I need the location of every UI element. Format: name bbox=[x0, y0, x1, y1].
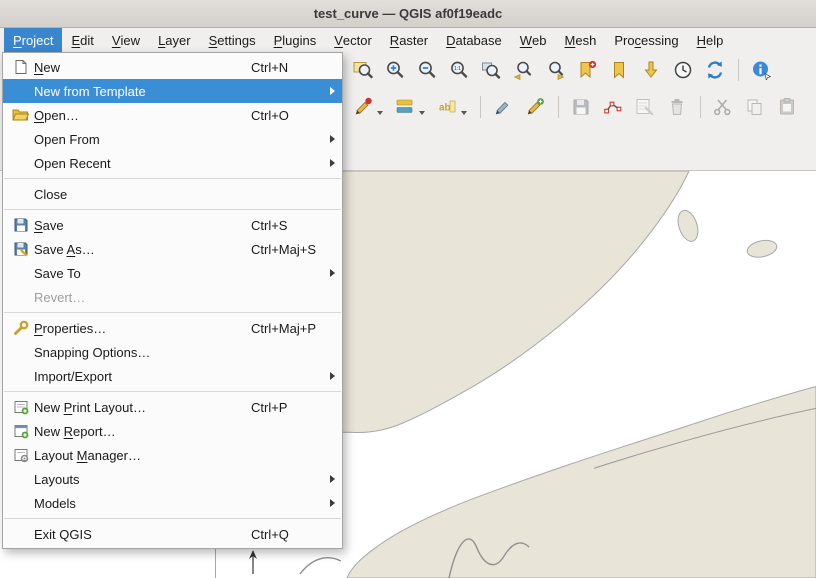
menu-item-open-from[interactable]: Open From bbox=[3, 127, 342, 151]
shortcut: Ctrl+Q bbox=[251, 527, 335, 542]
shortcut: Ctrl+Maj+P bbox=[251, 321, 335, 336]
cut-features-icon[interactable] bbox=[710, 94, 736, 120]
shortcut: Ctrl+Maj+S bbox=[251, 242, 335, 257]
paste-features-icon[interactable] bbox=[774, 94, 800, 120]
menu-item-snapping-options[interactable]: Snapping Options… bbox=[3, 340, 342, 364]
menu-item-close[interactable]: Close bbox=[3, 182, 342, 206]
menu-item-layouts[interactable]: Layouts bbox=[3, 467, 342, 491]
submenu-arrow-icon bbox=[330, 269, 335, 277]
shortcut: Ctrl+S bbox=[251, 218, 335, 233]
menu-plugins[interactable]: Plugins bbox=[265, 28, 326, 52]
open-folder-icon bbox=[8, 107, 34, 123]
submenu-arrow-icon bbox=[330, 475, 335, 483]
menu-edit[interactable]: Edit bbox=[62, 28, 102, 52]
labeling-dropdown-caret[interactable] bbox=[461, 111, 467, 115]
menu-item-layout-manager[interactable]: Layout Manager… bbox=[3, 443, 342, 467]
menu-item-save-to[interactable]: Save To bbox=[3, 261, 342, 285]
new-document-icon bbox=[8, 59, 34, 75]
toggle-editing-icon[interactable] bbox=[490, 94, 516, 120]
zoom-full-icon[interactable] bbox=[350, 57, 376, 83]
toolbar-separator bbox=[558, 96, 559, 118]
show-spatial-bookmarks-icon[interactable] bbox=[606, 57, 632, 83]
menu-vector[interactable]: Vector bbox=[325, 28, 381, 52]
zoom-in-icon[interactable] bbox=[382, 57, 408, 83]
layer-styling-icon[interactable] bbox=[392, 94, 418, 120]
menu-raster[interactable]: Raster bbox=[381, 28, 437, 52]
shortcut: Ctrl+O bbox=[251, 108, 335, 123]
current-edits-dropdown-caret[interactable] bbox=[377, 111, 383, 115]
menu-layer[interactable]: Layer bbox=[149, 28, 200, 52]
menu-view[interactable]: View bbox=[103, 28, 149, 52]
save-as-icon bbox=[8, 241, 34, 257]
menu-project[interactable]: Project bbox=[4, 28, 62, 52]
menu-web[interactable]: Web bbox=[511, 28, 556, 52]
zoom-to-bookmark-icon[interactable] bbox=[638, 57, 664, 83]
menu-item-new-from-template[interactable]: New from Template bbox=[3, 79, 342, 103]
modify-attributes-icon[interactable] bbox=[632, 94, 658, 120]
submenu-arrow-icon bbox=[330, 499, 335, 507]
properties-wrench-icon bbox=[8, 320, 34, 336]
menu-separator bbox=[4, 209, 341, 210]
menu-item-properties[interactable]: Properties… Ctrl+Maj+P bbox=[3, 316, 342, 340]
menu-item-save[interactable]: Save Ctrl+S bbox=[3, 213, 342, 237]
zoom-last-icon[interactable] bbox=[510, 57, 536, 83]
submenu-arrow-icon bbox=[330, 159, 335, 167]
toolbar-separator bbox=[480, 96, 481, 118]
menu-processing[interactable]: Processing bbox=[605, 28, 687, 52]
menu-settings[interactable]: Settings bbox=[200, 28, 265, 52]
menubar: Project Edit View Layer Settings Plugins… bbox=[0, 28, 816, 52]
submenu-arrow-icon bbox=[330, 87, 335, 95]
refresh-map-icon[interactable] bbox=[702, 57, 728, 83]
delete-selected-icon[interactable] bbox=[664, 94, 690, 120]
menu-separator bbox=[4, 178, 341, 179]
menu-item-revert: Revert… bbox=[3, 285, 342, 309]
menu-separator bbox=[4, 312, 341, 313]
temporal-controller-icon[interactable] bbox=[670, 57, 696, 83]
submenu-arrow-icon bbox=[330, 135, 335, 143]
titlebar: test_curve — QGIS af0f19eadc bbox=[0, 0, 816, 28]
copy-features-icon[interactable] bbox=[742, 94, 768, 120]
menu-item-save-as[interactable]: Save As… Ctrl+Maj+S bbox=[3, 237, 342, 261]
zoom-to-layer-icon[interactable] bbox=[478, 57, 504, 83]
svg-text:1:1: 1:1 bbox=[454, 66, 461, 72]
project-menu-popup: New Ctrl+N New from Template Open… Ctrl+… bbox=[2, 52, 343, 549]
zoom-next-icon[interactable] bbox=[542, 57, 568, 83]
menu-item-models[interactable]: Models bbox=[3, 491, 342, 515]
submenu-arrow-icon bbox=[330, 372, 335, 380]
vertex-tool-icon[interactable] bbox=[600, 94, 626, 120]
layout-manager-icon bbox=[8, 447, 34, 463]
menu-item-open-recent[interactable]: Open Recent bbox=[3, 151, 342, 175]
new-print-layout-icon bbox=[8, 399, 34, 415]
layer-styling-dropdown-caret[interactable] bbox=[419, 111, 425, 115]
menu-database[interactable]: Database bbox=[437, 28, 511, 52]
shortcut: Ctrl+P bbox=[251, 400, 335, 415]
menu-item-import-export[interactable]: Import/Export bbox=[3, 364, 342, 388]
current-edits-icon[interactable] bbox=[350, 94, 376, 120]
menu-separator bbox=[4, 518, 341, 519]
labeling-icon[interactable]: ab bbox=[434, 94, 460, 120]
window-title: test_curve — QGIS af0f19eadc bbox=[314, 6, 503, 21]
svg-text:ab: ab bbox=[439, 102, 451, 113]
menu-item-new[interactable]: New Ctrl+N bbox=[3, 55, 342, 79]
menu-separator bbox=[4, 391, 341, 392]
new-spatial-bookmark-icon[interactable] bbox=[574, 57, 600, 83]
new-report-icon bbox=[8, 423, 34, 439]
menu-help[interactable]: Help bbox=[688, 28, 733, 52]
menu-mesh[interactable]: Mesh bbox=[556, 28, 606, 52]
save-icon bbox=[8, 217, 34, 233]
identify-features-icon[interactable] bbox=[748, 57, 774, 83]
menu-item-new-report[interactable]: New Report… bbox=[3, 419, 342, 443]
save-layer-edits-icon[interactable] bbox=[568, 94, 594, 120]
toolbar-separator bbox=[738, 59, 739, 81]
zoom-out-icon[interactable] bbox=[414, 57, 440, 83]
zoom-native-icon[interactable]: 1:1 bbox=[446, 57, 472, 83]
add-feature-icon[interactable] bbox=[522, 94, 548, 120]
menu-item-new-print-layout[interactable]: New Print Layout… Ctrl+P bbox=[3, 395, 342, 419]
menu-item-open[interactable]: Open… Ctrl+O bbox=[3, 103, 342, 127]
toolbar-separator bbox=[700, 96, 701, 118]
menu-item-exit-qgis[interactable]: Exit QGIS Ctrl+Q bbox=[3, 522, 342, 546]
shortcut: Ctrl+N bbox=[251, 60, 335, 75]
